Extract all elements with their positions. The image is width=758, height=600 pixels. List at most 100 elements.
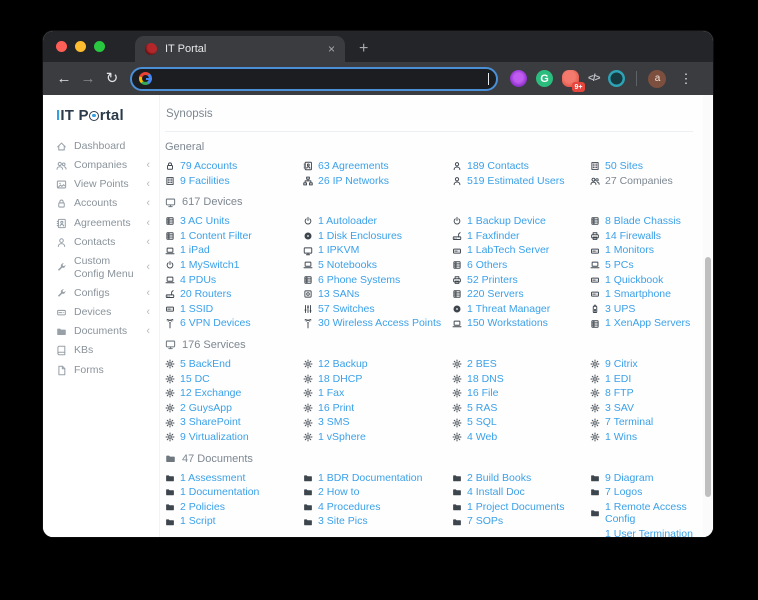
minimize-window-button[interactable] bbox=[75, 41, 86, 52]
disk-enclosures-link[interactable]: 1 Disk Enclosures bbox=[318, 230, 402, 243]
ups-link[interactable]: 3 UPS bbox=[605, 303, 635, 316]
sidebar-item-companies[interactable]: Companies ‹ bbox=[43, 156, 159, 175]
build-books-link[interactable]: 2 Build Books bbox=[467, 472, 531, 485]
profile-avatar[interactable]: a bbox=[648, 69, 667, 88]
ipkvm-link[interactable]: 1 IPKVM bbox=[318, 244, 359, 257]
policies-link[interactable]: 2 Policies bbox=[180, 501, 225, 514]
browser-menu-icon[interactable]: ⋮ bbox=[679, 71, 692, 87]
pdus-link[interactable]: 4 PDUs bbox=[180, 274, 216, 287]
citrix-link[interactable]: 9 Citrix bbox=[605, 358, 638, 371]
sidebar-item-kbs[interactable]: KBs bbox=[43, 341, 159, 360]
site-pics-link[interactable]: 3 Site Pics bbox=[318, 515, 368, 528]
sops-link[interactable]: 7 SOPs bbox=[467, 515, 503, 528]
sidebar-item-agreements[interactable]: Agreements ‹ bbox=[43, 214, 159, 233]
backup-device-link[interactable]: 1 Backup Device bbox=[467, 215, 546, 228]
sidebar-item-custom-config-menu[interactable]: Custom Config Menu ‹ bbox=[43, 252, 159, 284]
file-link[interactable]: 16 File bbox=[467, 387, 499, 400]
adblock-extension-icon[interactable]: 9+ bbox=[562, 70, 585, 92]
ip-networks-link[interactable]: 26 IP Networks bbox=[318, 175, 389, 188]
back-icon[interactable]: ← bbox=[52, 71, 76, 86]
sql-link[interactable]: 5 SQL bbox=[467, 416, 497, 429]
sidebar-item-devices[interactable]: Devices ‹ bbox=[43, 303, 159, 322]
phone-systems-link[interactable]: 6 Phone Systems bbox=[318, 274, 400, 287]
backend-link[interactable]: 5 BackEnd bbox=[180, 358, 231, 371]
sans-link[interactable]: 13 SANs bbox=[318, 288, 359, 301]
close-window-button[interactable] bbox=[56, 41, 67, 52]
servers-link[interactable]: 220 Servers bbox=[467, 288, 524, 301]
project-documents-link[interactable]: 1 Project Documents bbox=[467, 501, 564, 514]
myswitch1-link[interactable]: 1 MySwitch1 bbox=[180, 259, 240, 272]
web-link[interactable]: 4 Web bbox=[467, 431, 497, 444]
user-termination-guide-link[interactable]: 1 User Termination Guide bbox=[605, 528, 693, 537]
workstations-link[interactable]: 150 Workstations bbox=[467, 317, 548, 330]
new-tab-button[interactable]: + bbox=[359, 40, 368, 58]
dns-link[interactable]: 18 DNS bbox=[467, 373, 504, 386]
sites-link[interactable]: 50 Sites bbox=[605, 160, 643, 173]
scrollbar-thumb[interactable] bbox=[704, 257, 711, 497]
sidebar-item-accounts[interactable]: Accounts ‹ bbox=[43, 194, 159, 213]
maximize-window-button[interactable] bbox=[94, 41, 105, 52]
autoloader-link[interactable]: 1 Autoloader bbox=[318, 215, 377, 228]
how-to-link[interactable]: 2 How to bbox=[318, 486, 359, 499]
address-bar[interactable] bbox=[130, 66, 498, 91]
others-link[interactable]: 6 Others bbox=[467, 259, 507, 272]
sidebar-item-dashboard[interactable]: Dashboard bbox=[43, 137, 159, 156]
sidebar-item-view-points[interactable]: View Points ‹ bbox=[43, 175, 159, 194]
quickbook-link[interactable]: 1 Quickbook bbox=[605, 274, 663, 287]
estimated-users-link[interactable]: 519 Estimated Users bbox=[467, 175, 564, 188]
install-doc-link[interactable]: 4 Install Doc bbox=[467, 486, 525, 499]
labtech-server-link[interactable]: 1 LabTech Server bbox=[467, 244, 549, 257]
print-link[interactable]: 16 Print bbox=[318, 402, 354, 415]
smartphone-link[interactable]: 1 Smartphone bbox=[605, 288, 671, 301]
sidebar-item-documents[interactable]: Documents ‹ bbox=[43, 322, 159, 341]
monitors-link[interactable]: 1 Monitors bbox=[605, 244, 654, 257]
contacts-link[interactable]: 189 Contacts bbox=[467, 160, 529, 173]
assessment-link[interactable]: 1 Assessment bbox=[180, 472, 245, 485]
blade-chassis-link[interactable]: 8 Blade Chassis bbox=[605, 215, 681, 228]
remote-access-config-link[interactable]: 1 Remote Access Config bbox=[605, 501, 693, 526]
xenapp-servers-link[interactable]: 1 XenApp Servers bbox=[605, 317, 690, 330]
virtualization-link[interactable]: 9 Virtualization bbox=[180, 431, 249, 444]
bdr-documentation-link[interactable]: 1 BDR Documentation bbox=[318, 472, 422, 485]
ssid-link[interactable]: 1 SSID bbox=[180, 303, 213, 316]
wireless-access-points-link[interactable]: 30 Wireless Access Points bbox=[318, 317, 441, 330]
backup-link[interactable]: 12 Backup bbox=[318, 358, 368, 371]
logos-link[interactable]: 7 Logos bbox=[605, 486, 642, 499]
browser-tab[interactable]: IT Portal × bbox=[135, 36, 345, 62]
sidebar-item-forms[interactable]: Forms bbox=[43, 361, 159, 380]
dc-link[interactable]: 15 DC bbox=[180, 373, 210, 386]
switches-link[interactable]: 57 Switches bbox=[318, 303, 375, 316]
faxfinder-link[interactable]: 1 Faxfinder bbox=[467, 230, 520, 243]
facilities-link[interactable]: 9 Facilities bbox=[180, 175, 230, 188]
terminal-link[interactable]: 7 Terminal bbox=[605, 416, 653, 429]
routers-link[interactable]: 20 Routers bbox=[180, 288, 231, 301]
sidebar-item-configs[interactable]: Configs ‹ bbox=[43, 284, 159, 303]
pcs-link[interactable]: 5 PCs bbox=[605, 259, 634, 272]
notebooks-link[interactable]: 5 Notebooks bbox=[318, 259, 377, 272]
printers-link[interactable]: 52 Printers bbox=[467, 274, 518, 287]
threat-manager-link[interactable]: 1 Threat Manager bbox=[467, 303, 550, 316]
tab-close-icon[interactable]: × bbox=[328, 43, 335, 55]
forward-icon[interactable]: → bbox=[76, 71, 100, 86]
vpn-devices-link[interactable]: 6 VPN Devices bbox=[180, 317, 251, 330]
fax-link[interactable]: 1 Fax bbox=[318, 387, 344, 400]
documentation-link[interactable]: 1 Documentation bbox=[180, 486, 259, 499]
exchange-link[interactable]: 12 Exchange bbox=[180, 387, 241, 400]
accounts-link[interactable]: 79 Accounts bbox=[180, 160, 237, 173]
grammarly-extension-icon[interactable]: G bbox=[536, 70, 553, 87]
vsphere-link[interactable]: 1 vSphere bbox=[318, 431, 366, 444]
guysapp-link[interactable]: 2 GuysApp bbox=[180, 402, 232, 415]
content-filter-link[interactable]: 1 Content Filter bbox=[180, 230, 252, 243]
ras-link[interactable]: 5 RAS bbox=[467, 402, 497, 415]
ac-units-link[interactable]: 3 AC Units bbox=[180, 215, 230, 228]
agreements-link[interactable]: 63 Agreements bbox=[318, 160, 389, 173]
script-link[interactable]: 1 Script bbox=[180, 515, 216, 528]
sharepoint-link[interactable]: 3 SharePoint bbox=[180, 416, 241, 429]
address-bar-input[interactable] bbox=[157, 72, 490, 85]
procedures-link[interactable]: 4 Procedures bbox=[318, 501, 380, 514]
it-portal-logo[interactable]: IIT Prtal bbox=[43, 100, 159, 137]
ipad-link[interactable]: 1 iPad bbox=[180, 244, 210, 257]
bes-link[interactable]: 2 BES bbox=[467, 358, 497, 371]
diagram-link[interactable]: 9 Diagram bbox=[605, 472, 653, 485]
reload-icon[interactable]: ↻ bbox=[100, 71, 124, 86]
